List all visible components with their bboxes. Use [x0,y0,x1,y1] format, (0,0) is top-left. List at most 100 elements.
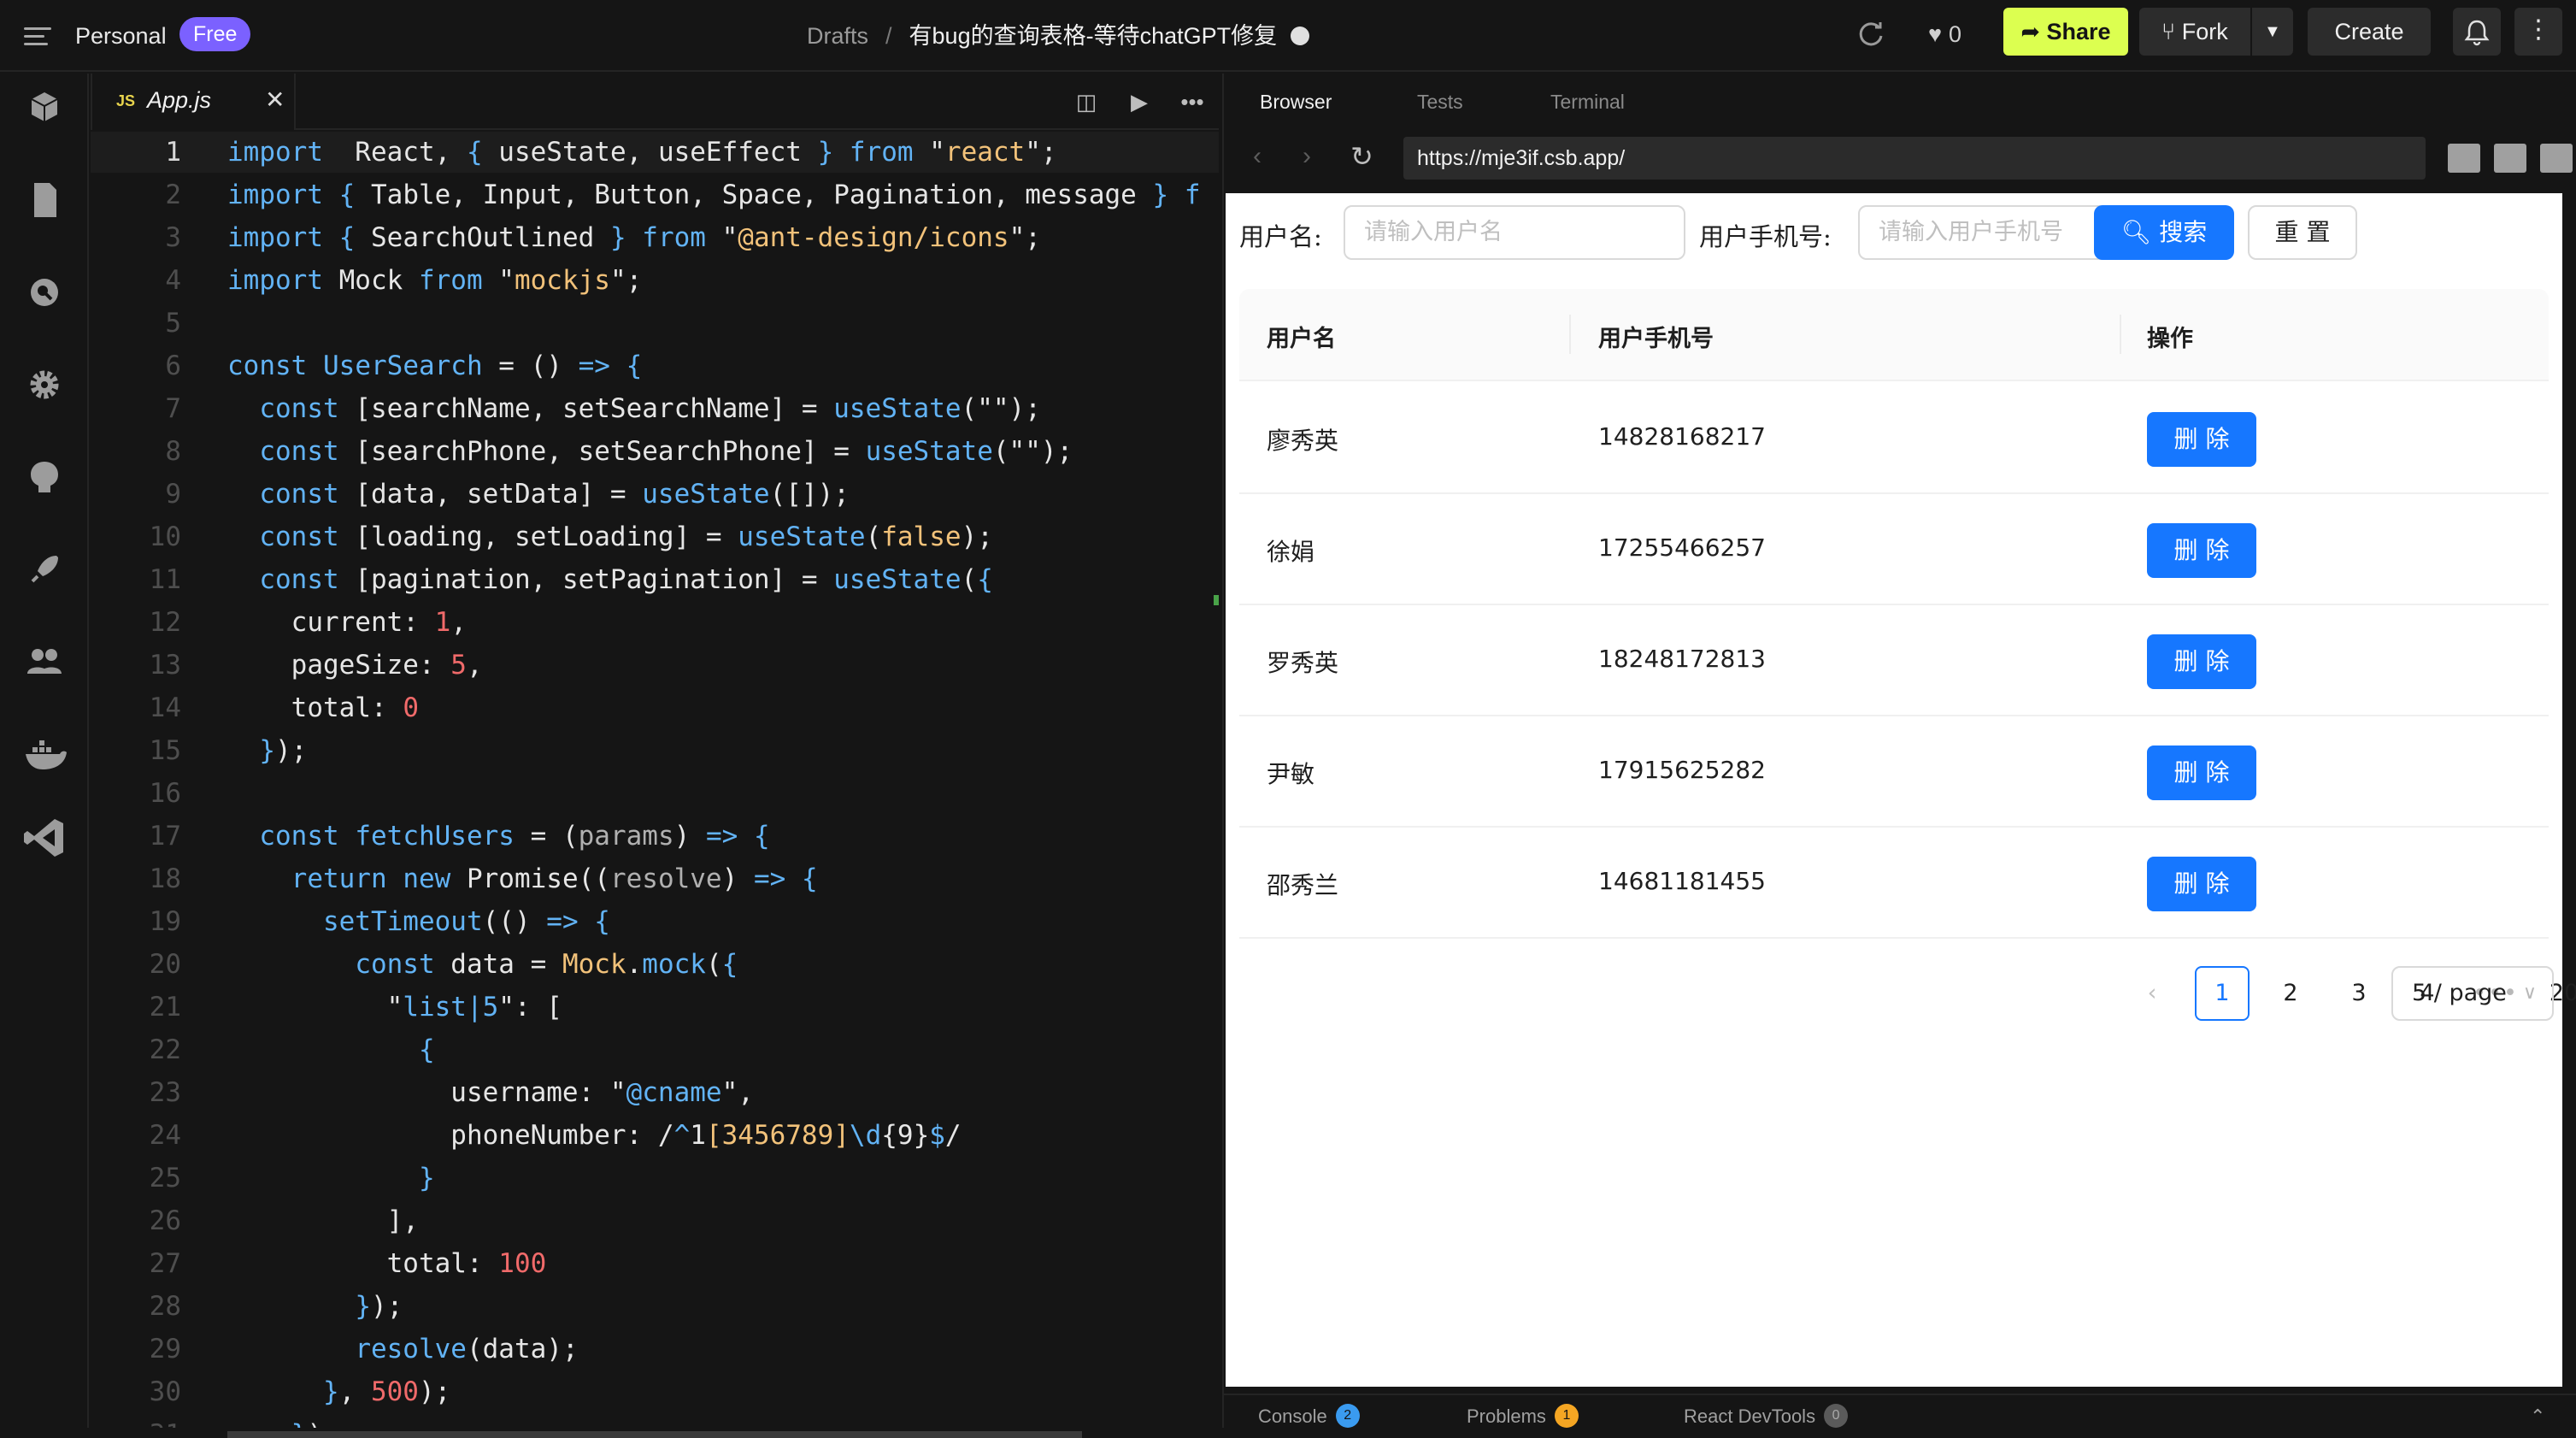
rocket-icon[interactable] [17,542,72,597]
delete-button[interactable]: 删 除 [2147,523,2256,578]
delete-button[interactable]: 删 除 [2147,857,2256,911]
close-icon[interactable]: ✕ [265,85,285,114]
tab-problems[interactable]: Problems 1 [1467,1404,1579,1429]
delete-button[interactable]: 删 除 [2147,746,2256,800]
tab-tests[interactable]: Tests [1417,91,1463,114]
preview-icon[interactable]: ▶ [1121,84,1157,120]
code-line[interactable]: 3 import { SearchOutlined } from "@ant-de… [91,217,1219,258]
code-line[interactable]: 9 const [data, setData] = useState([]); [91,474,1219,515]
code-line[interactable]: 4 import Mock from "mockjs"; [91,260,1219,301]
code-text: import React, { useState, useEffect } fr… [227,137,1057,168]
code-line[interactable]: 31 }); [91,1414,1219,1428]
code-line[interactable]: 25 } [91,1158,1219,1199]
preview-panel: Browser Tests Terminal ‹ › ↻ https://mje… [1222,74,2576,1429]
back-icon[interactable]: ‹ [1253,142,1262,171]
page-3[interactable]: 3 [2332,966,2386,1021]
notifications-button[interactable] [2453,8,2501,56]
forward-icon[interactable]: › [1303,142,1311,171]
open-window-icon[interactable] [2494,144,2526,173]
code-line[interactable]: 5 [91,303,1219,344]
vscode-icon[interactable] [17,810,72,865]
page-size-select[interactable]: 5 / page ∨ [2391,966,2554,1021]
github-icon[interactable] [17,450,72,504]
page-1[interactable]: 1 [2195,966,2250,1021]
code-line[interactable]: 10 const [loading, setLoading] = useStat… [91,516,1219,557]
code-line[interactable]: 8 const [searchPhone, setSearchPhone] = … [91,431,1219,472]
line-number: 28 [149,1291,181,1322]
more-options-icon[interactable]: ••• [1174,84,1210,120]
like-counter[interactable]: ♥ 0 [1928,17,1961,51]
tab-console[interactable]: Console 2 [1258,1404,1360,1429]
workspace-name[interactable]: Personal [75,19,167,53]
file-icon[interactable] [17,173,72,227]
breadcrumb-drafts[interactable]: Drafts [807,23,868,49]
code-line[interactable]: 28 }); [91,1286,1219,1327]
code-line[interactable]: 11 const [pagination, setPagination] = u… [91,559,1219,600]
devtools-icon[interactable] [2448,144,2480,173]
code-line[interactable]: 21 "list|5": [ [91,987,1219,1028]
tab-browser[interactable]: Browser [1260,91,1332,114]
users-icon[interactable] [17,634,72,689]
tab-terminal[interactable]: Terminal [1550,91,1625,114]
code-line[interactable]: 7 const [searchName, setSearchName] = us… [91,388,1219,429]
code-line[interactable]: 13 pageSize: 5, [91,645,1219,686]
code-line[interactable]: 19 setTimeout(() => { [91,901,1219,942]
code-line[interactable]: 29 resolve(data); [91,1329,1219,1370]
url-bar[interactable]: https://mje3if.csb.app/ [1403,137,2426,180]
chevron-up-icon[interactable]: ⌃ [2530,1406,2545,1428]
top-bar: Personal Free Drafts / 有bug的查询表格-等待chatGPT… [0,0,2576,72]
cube-icon[interactable] [17,80,72,135]
delete-button[interactable]: 删 除 [2147,634,2256,689]
share-label: Share [2046,19,2111,44]
page-2[interactable]: 2 [2263,966,2318,1021]
new-tab-icon[interactable] [2540,144,2573,173]
file-tab-app-js[interactable]: JS App.js ✕ [91,74,296,130]
code-text: const [searchName, setSearchName] = useS… [259,393,1041,424]
refresh-icon[interactable] [1855,17,1889,51]
split-view-icon[interactable]: ◫ [1068,84,1104,120]
console-count-badge: 2 [1335,1404,1360,1429]
code-line[interactable]: 2 import { Table, Input, Button, Space, P… [91,174,1219,215]
username-input[interactable]: 请输入用户名 [1344,205,1685,260]
line-number: 31 [91,1414,181,1428]
tab-react-devtools[interactable]: React DevTools 0 [1684,1404,1849,1429]
code-text: const [data, setData] = useState([]); [259,479,850,510]
code-line[interactable]: 15 }); [91,730,1219,771]
share-button[interactable]: ➦ Share [2003,8,2128,56]
code-line[interactable]: 20 const data = Mock.mock({ [91,944,1219,985]
code-area[interactable]: 1 import React, { useState, useEffect } f… [91,132,1219,1428]
reset-button[interactable]: 重 置 [2248,205,2357,260]
code-line[interactable]: 27 total: 100 [91,1243,1219,1284]
prev-page-icon[interactable]: ‹ [2125,966,2179,1021]
code-line[interactable]: 17 const fetchUsers = (params) => { [91,816,1219,857]
code-line[interactable]: 24 phoneNumber: /^1[3456789]\d{9}$/ [91,1115,1219,1156]
delete-button[interactable]: 删 除 [2147,412,2256,467]
docker-icon[interactable] [17,727,72,781]
editor-tab-strip: JS App.js ✕ ◫ ▶ ••• [91,74,1219,130]
code-line[interactable]: 30 }, 500); [91,1371,1219,1412]
horizontal-scrollbar[interactable] [227,1431,1082,1438]
code-line[interactable]: 16 [91,773,1219,814]
code-line[interactable]: 23 username: "@cname", [91,1072,1219,1113]
fork-divider [2250,8,2252,56]
code-line[interactable]: 6 const UserSearch = () => { [91,345,1219,386]
more-options-icon[interactable]: ⋮ [2514,8,2562,56]
fork-button[interactable]: ⑂ Fork ▼ [2139,8,2293,56]
share-arrow-icon: ➦ [2020,19,2047,44]
code-line[interactable]: 22 { [91,1029,1219,1070]
reload-icon[interactable]: ↻ [1350,140,1373,173]
code-line[interactable]: 1 import React, { useState, useEffect } f… [91,132,1219,173]
code-line[interactable]: 18 return new Promise((resolve) => { [91,858,1219,899]
hamburger-menu-icon[interactable] [24,22,51,50]
line-number: 26 [149,1205,181,1236]
chevron-down-icon[interactable]: ▼ [2264,8,2281,56]
code-line[interactable]: 14 total: 0 [91,687,1219,728]
line-number: 12 [149,607,181,638]
code-line[interactable]: 26 ], [91,1200,1219,1241]
create-button[interactable]: Create [2308,8,2431,56]
gear-icon[interactable] [17,357,72,412]
project-title[interactable]: 有bug的查询表格-等待chatGPT修复 [909,23,1278,49]
search-icon[interactable] [17,265,72,320]
search-button[interactable]: 🔍︎ 搜索 [2094,205,2234,260]
code-line[interactable]: 12 current: 1, [91,602,1219,643]
